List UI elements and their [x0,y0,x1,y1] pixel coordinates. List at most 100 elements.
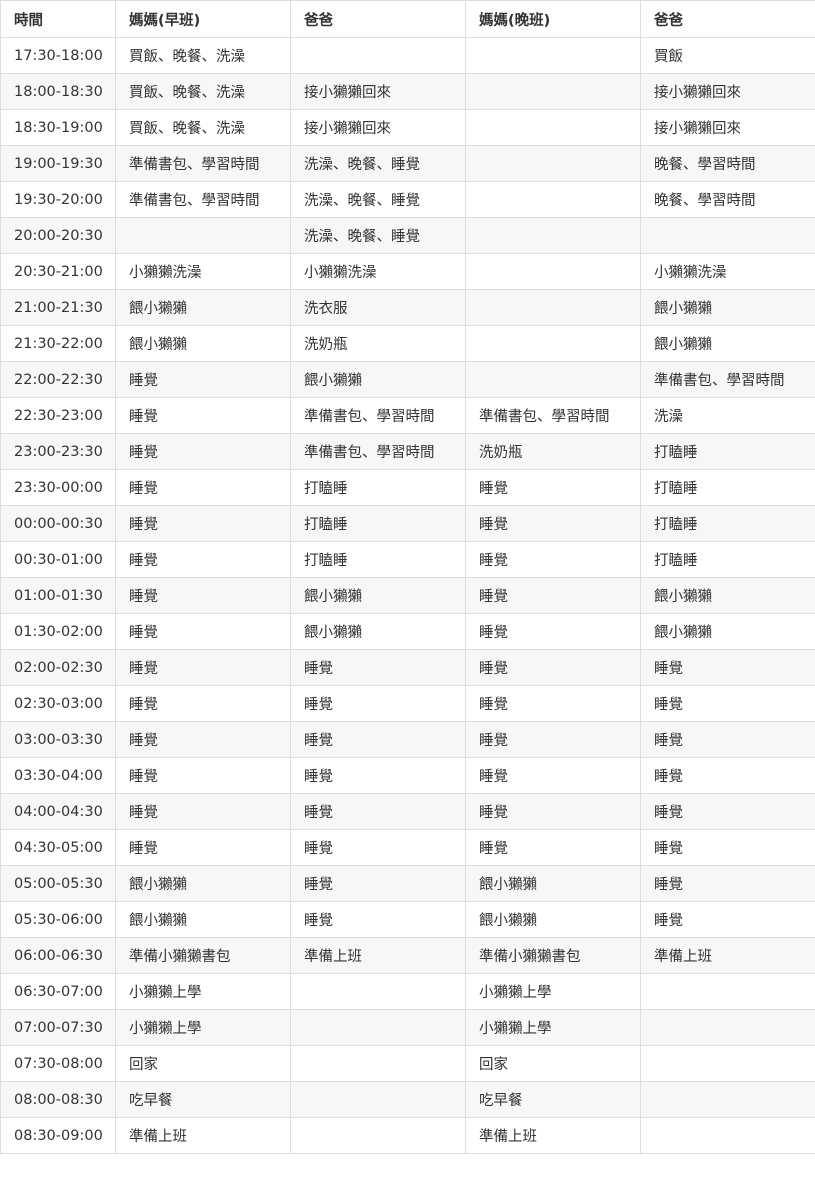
mom-evening-cell [465,361,641,398]
table-row: 19:00-19:30 準備書包、學習時間 洗澡、晚餐、睡覺 晚餐、學習時間 [0,145,815,182]
dad-1-cell: 準備書包、學習時間 [290,397,466,434]
table-row: 07:30-08:00 回家 回家 [0,1045,815,1082]
time-cell: 01:30-02:00 [0,613,116,650]
table-row: 03:30-04:00 睡覺 睡覺 睡覺 睡覺 [0,757,815,794]
dad-2-cell: 準備上班 [640,937,815,974]
mom-morning-cell: 睡覺 [115,829,291,866]
header-dad-1: 爸爸 [290,0,466,38]
table-row: 06:30-07:00 小獺獺上學 小獺獺上學 [0,973,815,1010]
mom-morning-cell: 睡覺 [115,361,291,398]
time-cell: 08:00-08:30 [0,1081,116,1118]
mom-morning-cell: 買飯、晚餐、洗澡 [115,37,291,74]
mom-evening-cell [465,325,641,362]
mom-morning-cell: 睡覺 [115,757,291,794]
dad-1-cell: 餵小獺獺 [290,613,466,650]
dad-2-cell: 晚餐、學習時間 [640,145,815,182]
mom-evening-cell: 睡覺 [465,469,641,506]
dad-1-cell: 小獺獺洗澡 [290,253,466,290]
dad-1-cell [290,37,466,74]
mom-evening-cell: 睡覺 [465,757,641,794]
time-cell: 22:30-23:00 [0,397,116,434]
time-cell: 06:00-06:30 [0,937,116,974]
dad-2-cell: 睡覺 [640,649,815,686]
time-cell: 03:30-04:00 [0,757,116,794]
table-row: 20:30-21:00 小獺獺洗澡 小獺獺洗澡 小獺獺洗澡 [0,253,815,290]
header-mom-evening: 媽媽(晚班) [465,0,641,38]
dad-2-cell [640,1045,815,1082]
time-cell: 21:00-21:30 [0,289,116,326]
table-row: 08:30-09:00 準備上班 準備上班 [0,1117,815,1154]
dad-2-cell: 準備書包、學習時間 [640,361,815,398]
time-cell: 05:30-06:00 [0,901,116,938]
time-cell: 17:30-18:00 [0,37,116,74]
table-row: 07:00-07:30 小獺獺上學 小獺獺上學 [0,1009,815,1046]
time-cell: 23:30-00:00 [0,469,116,506]
dad-1-cell: 打瞌睡 [290,469,466,506]
time-cell: 07:00-07:30 [0,1009,116,1046]
mom-evening-cell: 小獺獺上學 [465,973,641,1010]
table-row: 01:00-01:30 睡覺 餵小獺獺 睡覺 餵小獺獺 [0,577,815,614]
dad-1-cell [290,1117,466,1154]
dad-2-cell: 餵小獺獺 [640,613,815,650]
table-row: 17:30-18:00 買飯、晚餐、洗澡 買飯 [0,37,815,74]
table-row: 00:30-01:00 睡覺 打瞌睡 睡覺 打瞌睡 [0,541,815,578]
mom-evening-cell [465,253,641,290]
mom-morning-cell: 睡覺 [115,541,291,578]
dad-1-cell: 準備上班 [290,937,466,974]
mom-evening-cell: 餵小獺獺 [465,901,641,938]
table-row: 18:30-19:00 買飯、晚餐、洗澡 接小獺獺回來 接小獺獺回來 [0,109,815,146]
dad-2-cell [640,1117,815,1154]
dad-2-cell [640,1009,815,1046]
dad-2-cell [640,973,815,1010]
time-cell: 20:30-21:00 [0,253,116,290]
mom-evening-cell [465,37,641,74]
dad-1-cell: 睡覺 [290,865,466,902]
time-cell: 07:30-08:00 [0,1045,116,1082]
mom-evening-cell: 回家 [465,1045,641,1082]
dad-2-cell: 睡覺 [640,757,815,794]
table-row: 02:30-03:00 睡覺 睡覺 睡覺 睡覺 [0,685,815,722]
dad-2-cell: 睡覺 [640,721,815,758]
dad-1-cell: 洗澡、晚餐、睡覺 [290,181,466,218]
table-row: 06:00-06:30 準備小獺獺書包 準備上班 準備小獺獺書包 準備上班 [0,937,815,974]
table-row: 04:30-05:00 睡覺 睡覺 睡覺 睡覺 [0,829,815,866]
mom-morning-cell: 睡覺 [115,433,291,470]
mom-morning-cell: 睡覺 [115,397,291,434]
dad-2-cell: 睡覺 [640,793,815,830]
mom-evening-cell [465,109,641,146]
mom-evening-cell: 小獺獺上學 [465,1009,641,1046]
dad-1-cell: 打瞌睡 [290,505,466,542]
time-cell: 00:00-00:30 [0,505,116,542]
table-row: 04:00-04:30 睡覺 睡覺 睡覺 睡覺 [0,793,815,830]
header-row: 時間 媽媽(早班) 爸爸 媽媽(晚班) 爸爸 [0,0,815,38]
mom-evening-cell: 睡覺 [465,721,641,758]
dad-1-cell: 睡覺 [290,649,466,686]
time-cell: 18:30-19:00 [0,109,116,146]
mom-morning-cell: 睡覺 [115,469,291,506]
mom-morning-cell: 睡覺 [115,577,291,614]
dad-2-cell: 打瞌睡 [640,433,815,470]
mom-evening-cell [465,289,641,326]
time-cell: 05:00-05:30 [0,865,116,902]
mom-evening-cell: 睡覺 [465,793,641,830]
dad-1-cell [290,1081,466,1118]
dad-1-cell: 睡覺 [290,685,466,722]
mom-morning-cell: 小獺獺洗澡 [115,253,291,290]
header-time: 時間 [0,0,116,38]
time-cell: 02:00-02:30 [0,649,116,686]
dad-1-cell: 餵小獺獺 [290,361,466,398]
table-row: 18:00-18:30 買飯、晚餐、洗澡 接小獺獺回來 接小獺獺回來 [0,73,815,110]
mom-evening-cell [465,217,641,254]
mom-morning-cell: 買飯、晚餐、洗澡 [115,73,291,110]
mom-evening-cell: 洗奶瓶 [465,433,641,470]
mom-evening-cell: 準備小獺獺書包 [465,937,641,974]
mom-morning-cell: 買飯、晚餐、洗澡 [115,109,291,146]
dad-2-cell: 打瞌睡 [640,505,815,542]
dad-2-cell: 小獺獺洗澡 [640,253,815,290]
table-row: 22:00-22:30 睡覺 餵小獺獺 準備書包、學習時間 [0,361,815,398]
dad-1-cell: 睡覺 [290,793,466,830]
table-row: 23:00-23:30 睡覺 準備書包、學習時間 洗奶瓶 打瞌睡 [0,433,815,470]
dad-1-cell: 打瞌睡 [290,541,466,578]
mom-morning-cell: 睡覺 [115,721,291,758]
dad-1-cell [290,1009,466,1046]
